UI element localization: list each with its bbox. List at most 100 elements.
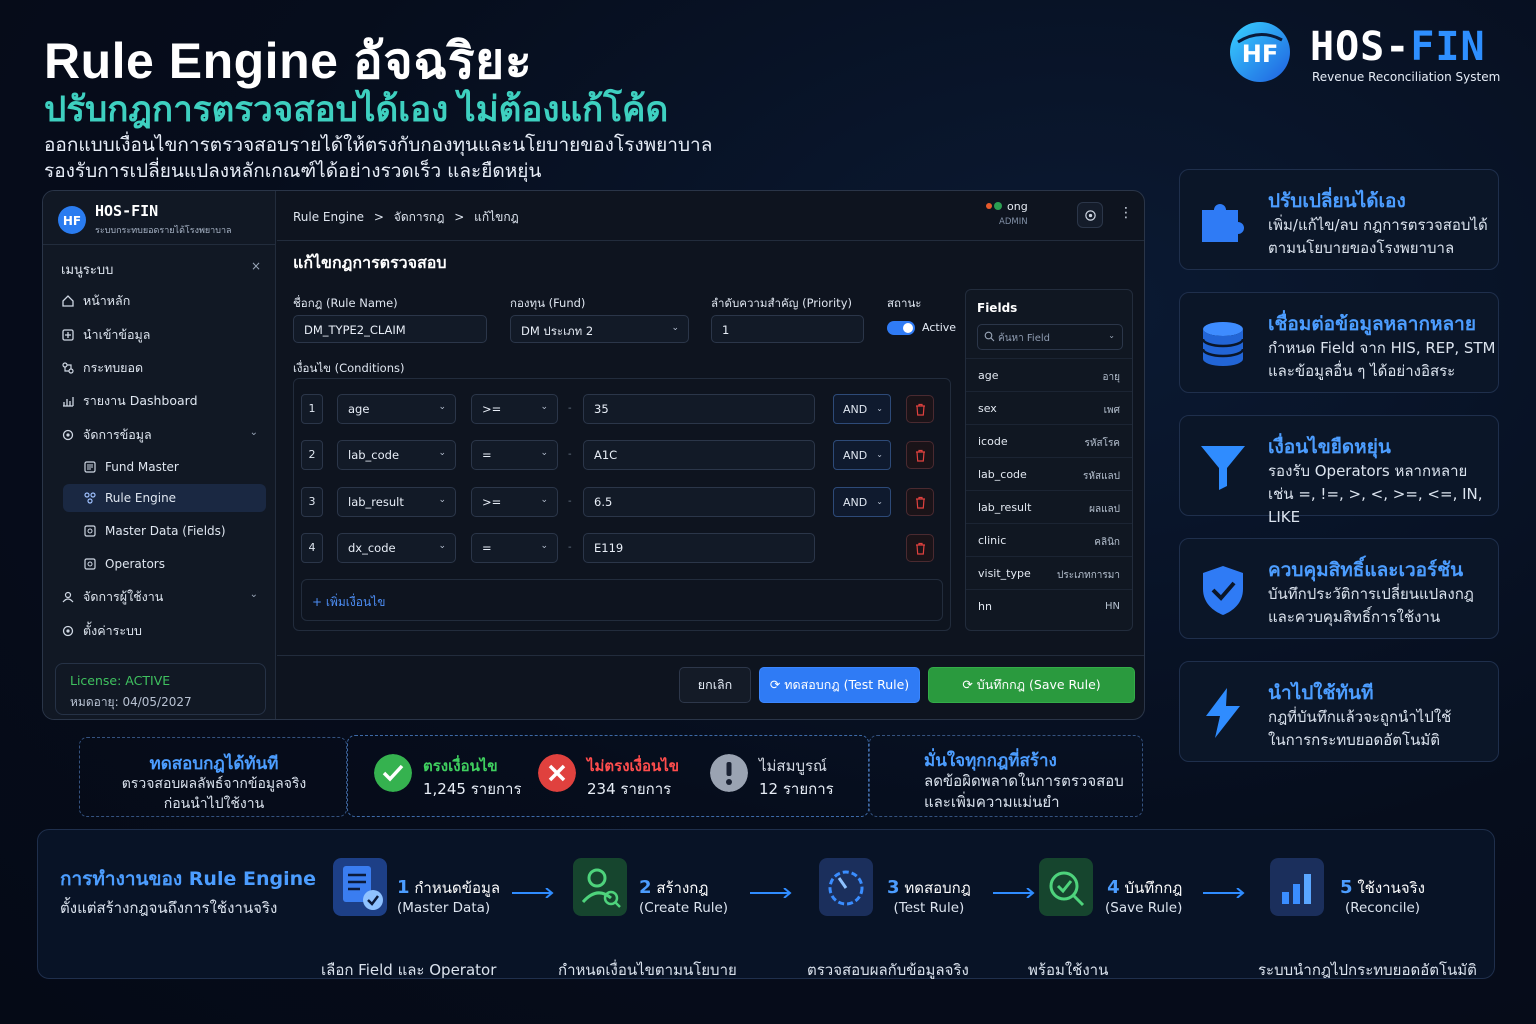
workflow-subtitle: ตั้งแต่สร้างกฎจนถึงการใช้งานจริง [60,899,278,917]
condition-logic-select[interactable]: AND ⌄ [833,487,891,517]
sidebar-item-label: Master Data (Fields) [105,524,226,538]
sidebar-item-rule-engine[interactable]: Rule Engine [63,484,266,512]
condition-value-input[interactable]: A1C [583,440,815,470]
feature-title: เงื่อนไขยืดหยุ่น [1268,436,1391,458]
sidebar-item-import[interactable]: นำเข้าข้อมูล [61,321,266,349]
field-list-item[interactable]: lab_code รหัสแลป [966,457,1132,490]
step-name: ใช้งานจริง [1357,879,1425,897]
field-list-item[interactable]: visit_type ประเภทการมา [966,556,1132,589]
bar-chart-icon [1270,858,1324,916]
save-rule-label: บันทึกกฎ (Save Rule) [976,677,1101,692]
condition-number: 3 [301,487,323,517]
condition-operator-select[interactable]: >= ⌄ [471,394,558,424]
condition-number: 4 [301,533,323,563]
step-caption: ตรวจสอบผลกับข้อมูลจริง [807,961,969,979]
settings-button[interactable] [1077,202,1103,228]
field-list-item[interactable]: lab_result ผลแลป [966,490,1132,523]
condition-field-value: lab_result [348,495,404,509]
add-condition-button[interactable]: + เพิ่มเงื่อนไข [301,579,943,621]
sidebar-item-reconcile[interactable]: กระทบยอด [61,354,266,382]
close-icon[interactable]: × [251,259,261,273]
step-english: (Master Data) [397,900,491,916]
condition-logic-select[interactable]: AND ⌄ [833,394,891,424]
chevron-down-icon: ⌄ [671,323,679,333]
delete-condition-button[interactable] [906,441,934,469]
step-name: กำหนดข้อมูล [414,879,501,897]
condition-operator-select[interactable]: = ⌄ [471,440,558,470]
field-search-input[interactable]: ค้นหา Field ⌄ [977,324,1123,350]
condition-field-select[interactable]: lab_result ⌄ [337,487,456,517]
test-rule-button[interactable]: ⟳ ทดสอบกฎ (Test Rule) [759,667,920,703]
step-caption: กำหนดเงื่อนไขตามนโยบาย [558,961,737,979]
delete-condition-button[interactable] [906,534,934,562]
step-title: 3 ทดสอบกฎ (Test Rule) [887,876,971,916]
arrow-right-icon [750,888,792,898]
sidebar-item-master-data[interactable]: Master Data (Fields) [83,517,266,545]
refresh-icon: ⟳ [962,677,977,692]
gear-icon [1085,210,1096,221]
field-name: sex [978,402,997,415]
sidebar-app-name: HOS-FIN [95,202,159,220]
database-icon [1201,322,1245,366]
rule-name-input[interactable]: DM_TYPE2_CLAIM [293,315,487,343]
breadcrumb-item[interactable]: Rule Engine [293,210,364,224]
condition-operator-value: = [482,448,492,462]
condition-operator-select[interactable]: = ⌄ [471,533,558,563]
sidebar-item-system-settings[interactable]: ตั้งค่าระบบ [61,617,266,645]
feature-line: เช่น =, !=, >, <, >=, <=, IN, LIKE [1268,485,1483,526]
condition-field-select[interactable]: age ⌄ [337,394,456,424]
page-description: ออกแบบเงื่อนไขการตรวจสอบรายได้ให้ตรงกับก… [44,132,712,184]
sidebar-item-label: จัดการข้อมูล [83,427,152,442]
trash-icon [916,542,925,555]
sidebar-item-operators[interactable]: Operators [83,550,266,578]
arrow-right-icon [512,888,554,898]
sidebar-item-label: นำเข้าข้อมูล [83,327,151,342]
sidebar-item-fund-master[interactable]: Fund Master [83,453,266,481]
field-list-item[interactable]: sex เพศ [966,391,1132,424]
test-rule-label: ทดสอบกฎ (Test Rule) [784,677,910,692]
condition-field-select[interactable]: dx_code ⌄ [337,533,456,563]
sidebar-item-dashboard[interactable]: รายงาน Dashboard [61,387,266,415]
condition-separator: - [568,496,572,507]
sidebar-item-label: รายงาน Dashboard [83,393,198,408]
field-list-item[interactable]: clinic คลินิก [966,523,1132,556]
feature-line: ในการกระทบยอดอัตโนมัติ [1268,731,1440,749]
condition-field-select[interactable]: lab_code ⌄ [337,440,456,470]
sidebar-item-users[interactable]: จัดการผู้ใช้งาน ⌄ [61,583,266,611]
breadcrumb-item: แก้ไขกฎ [474,210,519,224]
status-toggle[interactable] [887,321,915,335]
field-list-item[interactable]: hn HN [966,589,1132,622]
step-title: 4 บันทึกกฎ (Save Rule) [1105,876,1182,916]
breadcrumb-item[interactable]: จัดการกฎ [394,210,445,224]
condition-operator-select[interactable]: >= ⌄ [471,487,558,517]
cancel-button[interactable]: ยกเลิก [679,667,751,703]
chevron-down-icon: ⌄ [876,450,883,459]
sidebar-item-data-management[interactable]: จัดการข้อมูล ⌄ [61,421,266,449]
fund-select[interactable]: DM ประเภท 2 ⌄ [510,315,689,343]
condition-value-input[interactable]: 35 [583,394,815,424]
delete-condition-button[interactable] [906,395,934,423]
arrow-right-icon [1203,888,1245,898]
feature-line: รองรับ Operators หลากหลาย [1268,462,1468,480]
condition-number: 2 [301,440,323,470]
priority-input[interactable]: 1 [711,315,864,343]
feature-title: ปรับเปลี่ยนได้เอง [1268,190,1406,212]
condition-value-input[interactable]: 6.5 [583,487,815,517]
logo-text: HF [63,214,81,228]
step-name: ทดสอบกฎ [904,879,971,897]
save-rule-button[interactable]: ⟳ บันทึกกฎ (Save Rule) [928,667,1135,703]
test-info-box: ทดสอบกฎได้ทันที ตรวจสอบผลลัพธ์จากข้อมูลจ… [79,737,347,817]
lightning-icon [1206,688,1240,738]
field-list-item[interactable]: icode รหัสโรค [966,424,1132,457]
feature-line: กฎที่บันทึกแล้วจะถูกนำไปใช้ [1268,708,1452,726]
more-options-icon[interactable]: ⋮ [1119,205,1133,221]
user-menu[interactable]: ong ADMIN [986,199,1067,229]
logo-text: HF [1242,40,1278,68]
sidebar-item-home[interactable]: หน้าหลัก [61,287,266,315]
field-description: รหัสแลป [1083,471,1120,482]
condition-value-input[interactable]: E119 [583,533,815,563]
condition-logic-select[interactable]: AND ⌄ [833,440,891,470]
delete-condition-button[interactable] [906,488,934,516]
result-label: ไม่สมบูรณ์ [759,757,827,775]
field-list-item[interactable]: age อายุ [966,358,1132,391]
